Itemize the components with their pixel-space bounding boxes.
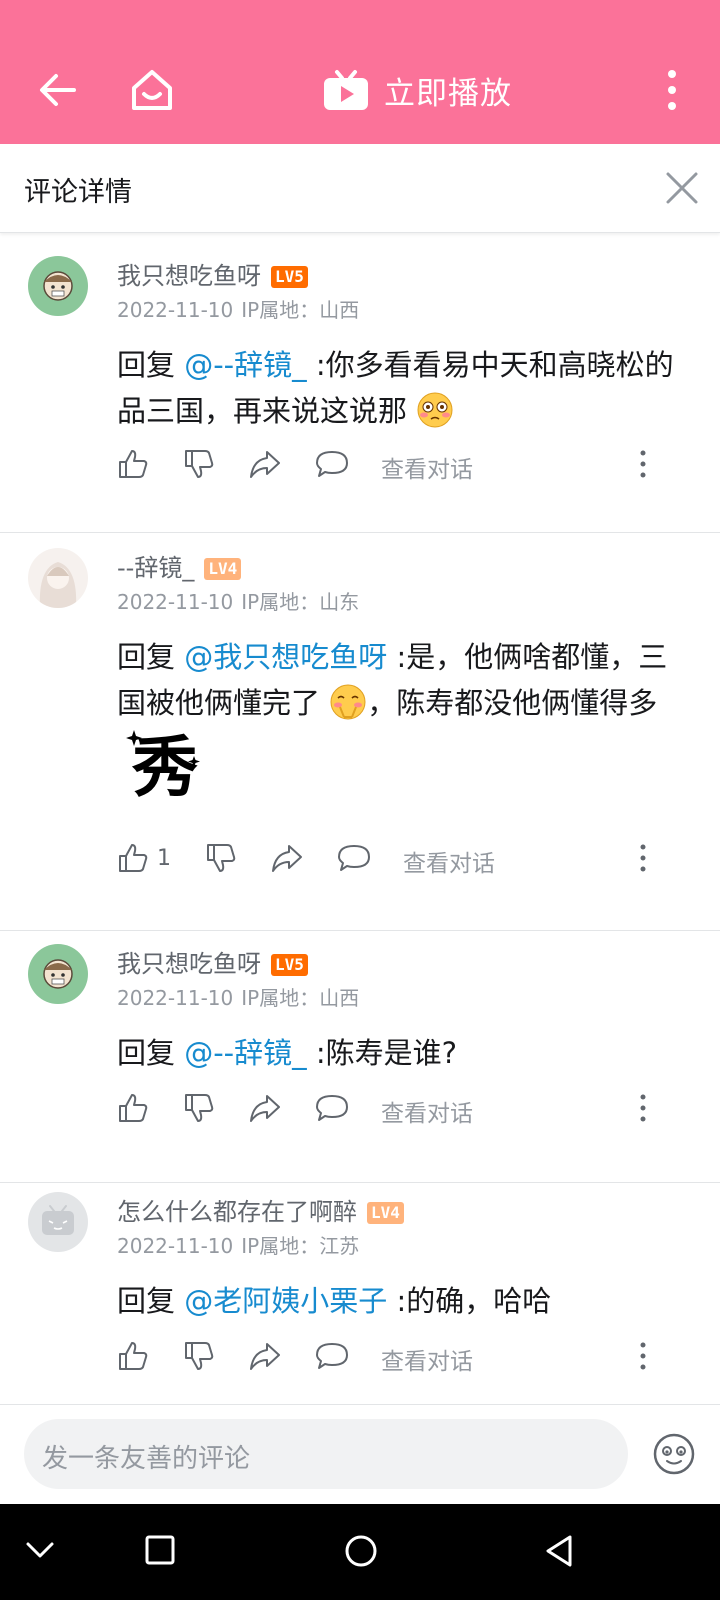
mention-link[interactable]: @--辞镜_: [184, 348, 306, 382]
comment-text: 回复 @--辞镜_ :陈寿是谁?: [117, 1036, 458, 1070]
comment-date: 2022-11-10: [117, 298, 234, 322]
back-triangle-icon[interactable]: [544, 1534, 576, 1568]
comment-list[interactable]: 我只想吃鱼呀 LV5 2022-11-10 IP属地：山西 回复 @--辞镜_ :你…: [0, 236, 720, 1404]
comment-meta: 2022-11-10 IP属地：山东: [117, 586, 359, 615]
share-icon[interactable]: [249, 1092, 281, 1124]
thumb-down-icon[interactable]: [205, 842, 237, 874]
comment-actions: 查看对话: [117, 1340, 677, 1380]
thumb-up-icon[interactable]: [117, 842, 149, 874]
avatar-image: [28, 548, 88, 608]
reply-bubble-icon[interactable]: [337, 842, 371, 874]
username[interactable]: 我只想吃鱼呀 LV5: [117, 944, 308, 979]
level-badge: LV5: [271, 954, 308, 976]
comment-actions: 1 查看对话: [117, 842, 677, 882]
reply-bubble-icon[interactable]: [315, 448, 349, 480]
home-icon[interactable]: [128, 66, 176, 114]
comment-text: 回复 @我只想吃鱼呀 :是，他俩啥都懂，三国被他俩懂完了 ，陈寿都没他俩懂得多: [117, 640, 668, 720]
comment-text: 回复 @老阿姨小栗子 :的确，哈哈: [117, 1284, 552, 1318]
emoji-icon[interactable]: [652, 1432, 696, 1476]
divider: [0, 1182, 720, 1183]
avatar[interactable]: [28, 944, 88, 1004]
mention-link[interactable]: @老阿姨小栗子: [184, 1284, 387, 1318]
avatar[interactable]: [28, 256, 88, 316]
username[interactable]: 怎么什么都存在了啊醉 LV4: [117, 1192, 404, 1227]
comment-input-placeholder: 发一条友善的评论: [42, 1444, 251, 1474]
mention-link[interactable]: @--辞镜_: [184, 1036, 306, 1070]
comment-date: 2022-11-10: [117, 1234, 234, 1258]
comment-input[interactable]: 发一条友善的评论: [24, 1419, 628, 1489]
username[interactable]: 我只想吃鱼呀 LV5: [117, 256, 308, 291]
play-now-label: 立即播放: [384, 75, 512, 112]
tv-play-icon: [324, 70, 368, 110]
flushed-emoji-icon: [417, 392, 453, 428]
comment-meta: 2022-11-10 IP属地：山西: [117, 294, 359, 323]
default-avatar-icon: [28, 1192, 88, 1252]
recent-apps-icon[interactable]: [144, 1534, 176, 1566]
share-icon[interactable]: [249, 1340, 281, 1372]
share-icon[interactable]: [249, 448, 281, 480]
home-circle-icon[interactable]: [344, 1534, 378, 1568]
level-badge: LV4: [367, 1202, 404, 1224]
more-options-icon[interactable]: [635, 1092, 651, 1124]
thumb-up-icon[interactable]: [117, 1092, 149, 1124]
thumb-up-icon[interactable]: [117, 448, 149, 480]
shy-emoji-icon: [330, 684, 366, 720]
play-now-button[interactable]: 立即播放: [322, 66, 512, 114]
view-conversation-button[interactable]: 查看对话: [381, 1342, 473, 1376]
comment-input-bar: 发一条友善的评论: [0, 1404, 720, 1505]
view-conversation-button[interactable]: 查看对话: [403, 844, 495, 878]
username[interactable]: --辞镜_ LV4: [117, 548, 242, 583]
comment-meta: 2022-11-10 IP属地：山西: [117, 982, 359, 1011]
ip-location: IP属地：江苏: [241, 1234, 360, 1258]
view-conversation-button[interactable]: 查看对话: [381, 450, 473, 484]
comment-actions: 查看对话: [117, 448, 677, 488]
avatar[interactable]: [28, 1192, 88, 1252]
comment-actions: 查看对话: [117, 1092, 677, 1132]
comment-text: 回复 @--辞镜_ :你多看看易中天和高晓松的品三国，再来说这说那: [117, 348, 674, 428]
reply-bubble-icon[interactable]: [315, 1092, 349, 1124]
avatar-image: [28, 944, 88, 1004]
close-icon[interactable]: [664, 170, 700, 206]
avatar-image: [28, 256, 88, 316]
level-badge: LV5: [271, 266, 308, 288]
divider: [0, 930, 720, 931]
more-options-icon[interactable]: [635, 1340, 651, 1372]
comment-detail-header: 评论详情: [0, 144, 720, 233]
more-vertical-icon[interactable]: [660, 68, 684, 112]
divider: [0, 532, 720, 533]
thumb-down-icon[interactable]: [183, 1092, 215, 1124]
page-title: 评论详情: [24, 177, 132, 208]
like-count: 1: [157, 846, 171, 871]
thumb-down-icon[interactable]: [183, 1340, 215, 1372]
thumb-up-icon[interactable]: [117, 1340, 149, 1372]
share-icon[interactable]: [271, 842, 303, 874]
top-bar: 立即播放: [0, 0, 720, 144]
more-options-icon[interactable]: [635, 842, 651, 874]
comment-date: 2022-11-10: [117, 590, 234, 614]
level-badge: LV4: [204, 558, 242, 580]
chevron-down-icon[interactable]: [24, 1534, 56, 1566]
comment-date: 2022-11-10: [117, 986, 234, 1010]
system-nav-bar: [0, 1504, 720, 1600]
ip-location: IP属地：山西: [241, 986, 360, 1010]
ip-location: IP属地：山西: [241, 298, 360, 322]
thumb-down-icon[interactable]: [183, 448, 215, 480]
more-options-icon[interactable]: [635, 448, 651, 480]
sparkle-icon: [126, 730, 200, 767]
avatar[interactable]: [28, 548, 88, 608]
ip-location: IP属地：山东: [241, 590, 360, 614]
xiu-sticker: 秀: [124, 724, 214, 814]
view-conversation-button[interactable]: 查看对话: [381, 1094, 473, 1128]
comment-meta: 2022-11-10 IP属地：江苏: [117, 1230, 359, 1259]
reply-bubble-icon[interactable]: [315, 1340, 349, 1372]
back-arrow-icon[interactable]: [36, 68, 80, 112]
mention-link[interactable]: @我只想吃鱼呀: [184, 640, 387, 674]
